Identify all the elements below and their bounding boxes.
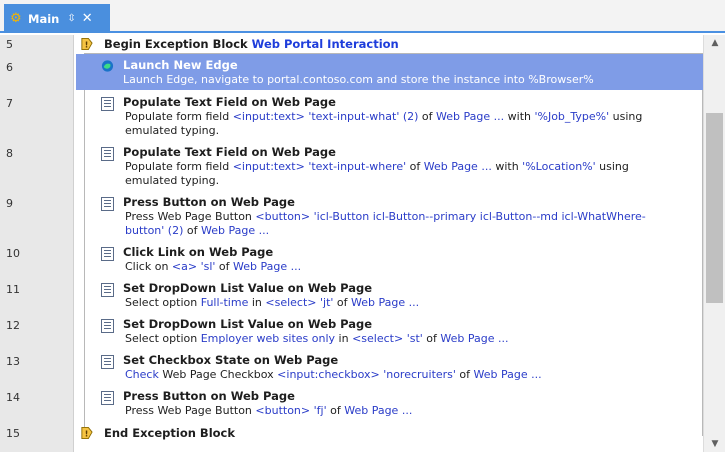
- action-description: Press Web Page Button <button> 'icl-Butt…: [125, 210, 646, 223]
- vertical-scrollbar[interactable]: ▲ ▼: [703, 35, 725, 452]
- scroll-down-arrow-icon[interactable]: ▼: [704, 436, 725, 452]
- line-number: 6: [6, 61, 13, 74]
- action-description: Press Web Page Button <button> 'fj' of W…: [125, 404, 413, 417]
- tab-bar: ⚙ Main ⇳ ✕: [0, 0, 725, 33]
- selected-action[interactable]: Launch New Edge Launch Edge, navigate to…: [76, 54, 703, 90]
- dropdown-icon: [101, 283, 114, 297]
- action-description: Populate form field <input:text> 'text-i…: [125, 160, 629, 173]
- button-icon: [101, 391, 114, 405]
- action-description: Click on <a> 'sl' of Web Page ...: [125, 260, 302, 273]
- line-number: 7: [6, 97, 13, 110]
- line-number: 15: [6, 427, 20, 440]
- action-row[interactable]: 12 Set DropDown List Value on Web Page S…: [0, 315, 703, 347]
- checkbox-icon: [101, 355, 114, 369]
- pin-icon[interactable]: ⇳: [67, 13, 75, 24]
- close-icon[interactable]: ✕: [82, 11, 93, 26]
- exception-block-icon: !: [81, 426, 93, 440]
- action-description-line2: emulated typing.: [125, 174, 220, 187]
- action-row[interactable]: 13 Set Checkbox State on Web Page Check …: [0, 351, 703, 383]
- action-row[interactable]: 15 ! End Exception Block: [0, 423, 703, 443]
- text-field-icon: [101, 147, 114, 161]
- action-description: Select option Employer web sites only in…: [125, 332, 509, 345]
- svg-text:!: !: [85, 39, 89, 49]
- action-title: End Exception Block: [104, 426, 236, 440]
- action-row[interactable]: 7 Populate Text Field on Web Page Popula…: [0, 92, 703, 137]
- action-title: Populate Text Field on Web Page: [123, 95, 336, 109]
- gear-icon: ⚙: [10, 10, 22, 26]
- action-row[interactable]: 11 Set DropDown List Value on Web Page S…: [0, 279, 703, 311]
- action-row[interactable]: 5 ! Begin Exception Block Web Portal Int…: [0, 35, 703, 53]
- action-row[interactable]: 14 Press Button on Web Page Press Web Pa…: [0, 387, 703, 419]
- svg-text:!: !: [85, 428, 89, 438]
- action-row[interactable]: 10 Click Link on Web Page Click on <a> '…: [0, 243, 703, 275]
- line-number: 13: [6, 355, 20, 368]
- flow-editor: 5 ! Begin Exception Block Web Portal Int…: [0, 35, 725, 452]
- action-title: Click Link on Web Page: [123, 245, 274, 259]
- action-description: Populate form field <input:text> 'text-i…: [125, 110, 643, 123]
- exception-block-icon: !: [81, 37, 93, 51]
- action-description: Select option Full-time in <select> 'jt'…: [125, 296, 420, 309]
- link-icon: [101, 247, 114, 261]
- button-icon: [101, 197, 114, 211]
- line-number: 8: [6, 147, 13, 160]
- edge-icon: [101, 60, 114, 72]
- action-title: Set DropDown List Value on Web Page: [123, 317, 373, 331]
- line-number: 10: [6, 247, 20, 260]
- line-number: 11: [6, 283, 20, 296]
- line-number: 9: [6, 197, 13, 210]
- block-name: Web Portal Interaction: [251, 37, 399, 51]
- action-description: Check Web Page Checkbox <input:checkbox>…: [125, 368, 542, 381]
- text-field-icon: [101, 97, 114, 111]
- action-title: Press Button on Web Page: [123, 195, 295, 209]
- action-title: Set DropDown List Value on Web Page: [123, 281, 373, 295]
- action-row[interactable]: 9 Press Button on Web Page Press Web Pag…: [0, 192, 703, 237]
- action-title: Launch New Edge: [123, 58, 238, 72]
- line-number: 14: [6, 391, 20, 404]
- line-number: 5: [6, 38, 13, 51]
- action-row[interactable]: 8 Populate Text Field on Web Page Popula…: [0, 136, 703, 187]
- action-title: Begin Exception Block: [104, 37, 248, 51]
- action-row[interactable]: 6 Launch New Edge Launch Edge, navigate …: [0, 54, 703, 90]
- action-description-line2: button' (2) of Web Page ...: [125, 224, 270, 237]
- dropdown-icon: [101, 319, 114, 333]
- action-title: Press Button on Web Page: [123, 389, 295, 403]
- tab-title: Main: [28, 11, 60, 26]
- line-number: 12: [6, 319, 20, 332]
- action-title: Set Checkbox State on Web Page: [123, 353, 339, 367]
- tab-main[interactable]: ⚙ Main ⇳ ✕: [4, 4, 110, 33]
- scroll-thumb[interactable]: [706, 113, 723, 303]
- action-title: Populate Text Field on Web Page: [123, 145, 336, 159]
- action-description: Launch Edge, navigate to portal.contoso.…: [123, 73, 594, 86]
- scroll-up-arrow-icon[interactable]: ▲: [704, 35, 725, 51]
